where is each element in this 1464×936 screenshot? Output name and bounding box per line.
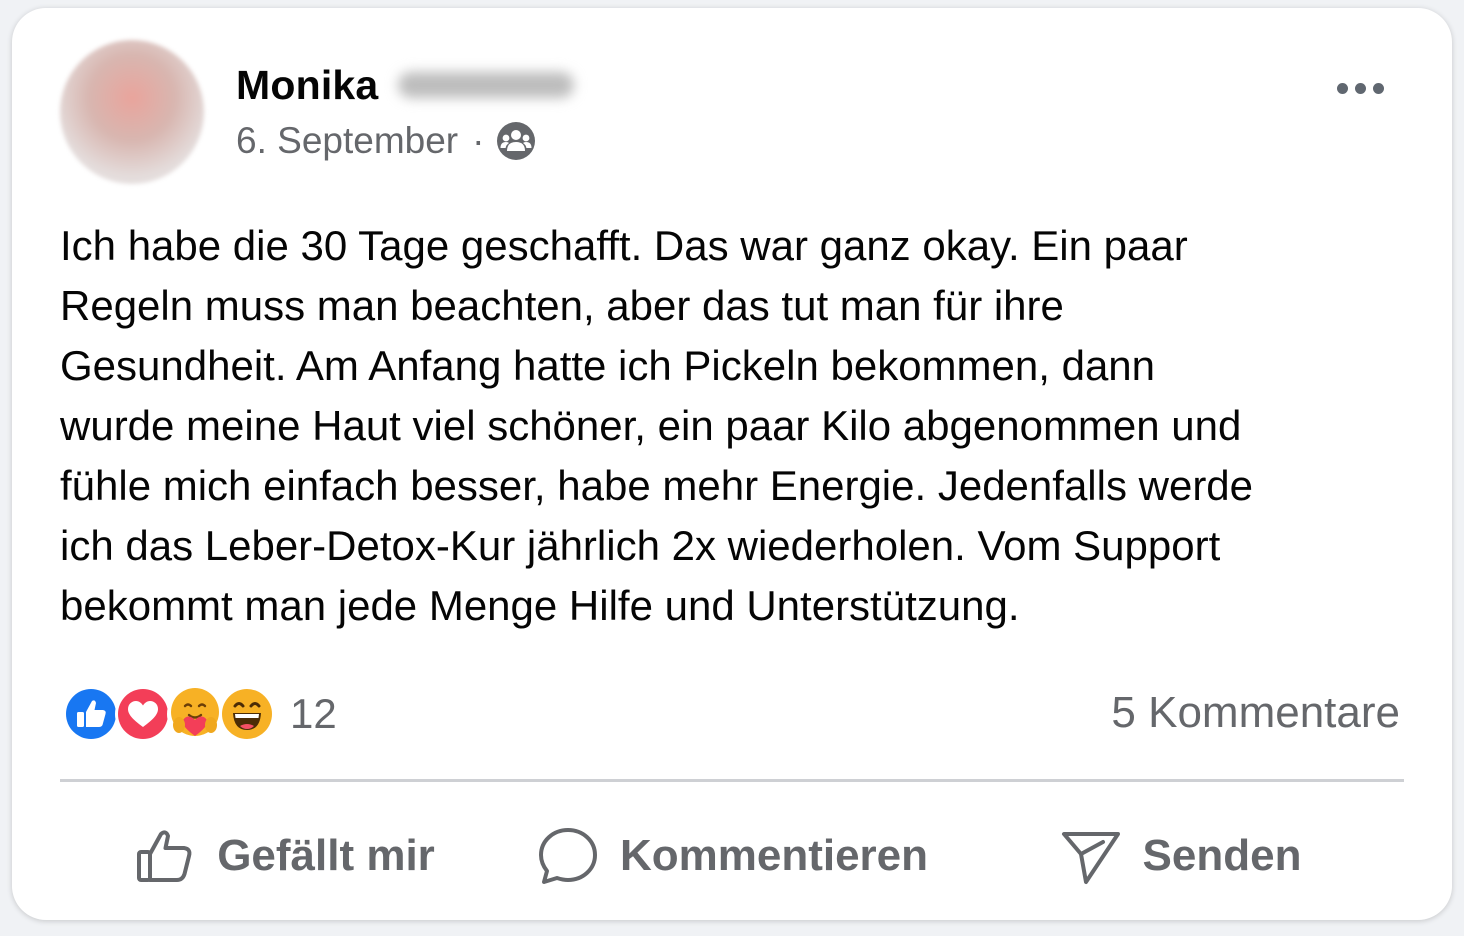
comment-button[interactable]: Kommentieren [508,808,956,904]
author-name[interactable]: Monika [236,62,378,109]
comment-bubble-icon [538,828,597,884]
care-reaction-icon [167,686,223,742]
post-text: Ich habe die 30 Tage geschafft. Das war … [60,222,1254,629]
post-date[interactable]: 6. September [236,120,458,162]
divider [60,779,1404,782]
reactions-summary[interactable]: 12 [62,684,337,744]
blurred-surname [398,72,575,98]
like-reaction-icon [63,686,119,742]
reaction-count: 12 [290,690,337,737]
thumbs-up-icon [137,830,192,882]
send-icon [1061,832,1120,884]
more-dot [1354,82,1366,94]
author-avatar[interactable] [60,40,204,184]
send-button[interactable]: Senden [956,808,1404,904]
meta-separator: · [472,120,485,161]
comment-label: Kommentieren [619,831,929,880]
post-meta: 6. September · [236,118,536,164]
group-icon[interactable] [496,121,536,161]
author-header: Monika [236,60,575,110]
more-dot [1372,82,1384,94]
post-actions: Gefällt mir Kommentieren Senden [60,808,1404,904]
like-label: Gefällt mir [217,831,435,880]
love-reaction-icon [115,686,171,742]
send-label: Senden [1142,831,1302,880]
haha-reaction-icon [219,686,275,742]
like-button[interactable]: Gefällt mir [60,808,508,904]
more-options-icon[interactable] [1330,70,1390,106]
post-card: Monika 6. September · Ich habe die 30 Ta… [12,8,1452,920]
more-dot [1336,82,1348,94]
comments-count-link[interactable]: 5 Kommentare [1111,688,1400,738]
